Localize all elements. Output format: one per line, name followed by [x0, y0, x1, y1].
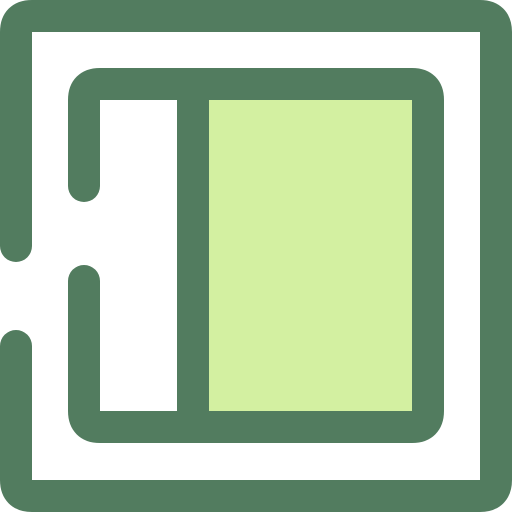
sidebar-layout-icon [0, 0, 512, 512]
main-panel-fill [193, 84, 428, 427]
icon-canvas [0, 0, 512, 512]
